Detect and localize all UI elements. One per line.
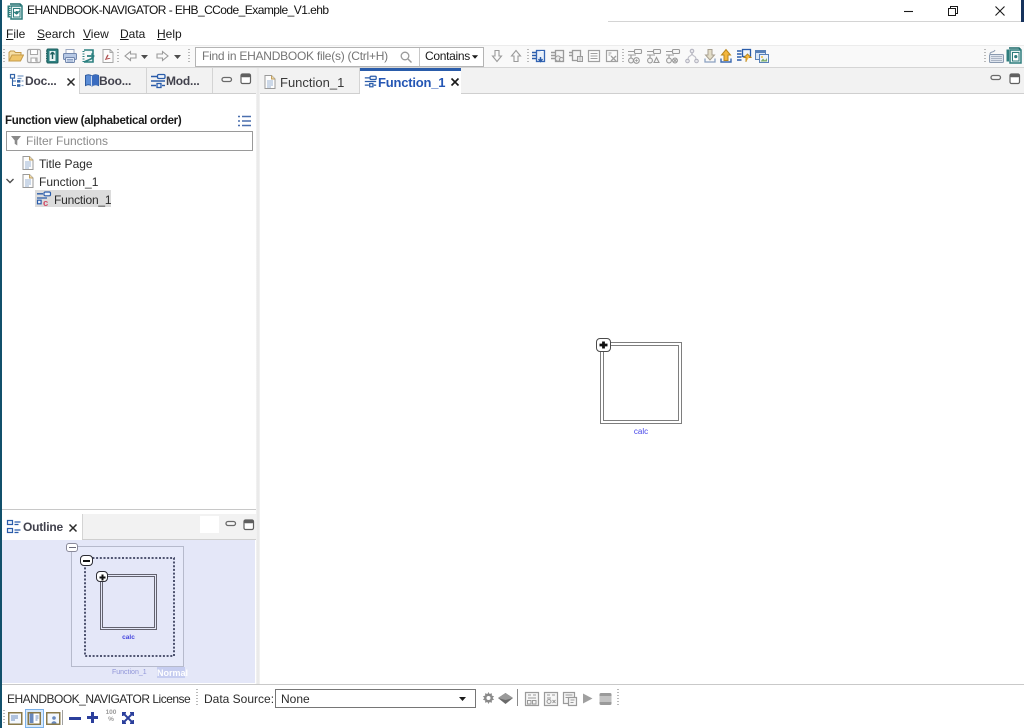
svg-text:c: c <box>43 198 48 207</box>
